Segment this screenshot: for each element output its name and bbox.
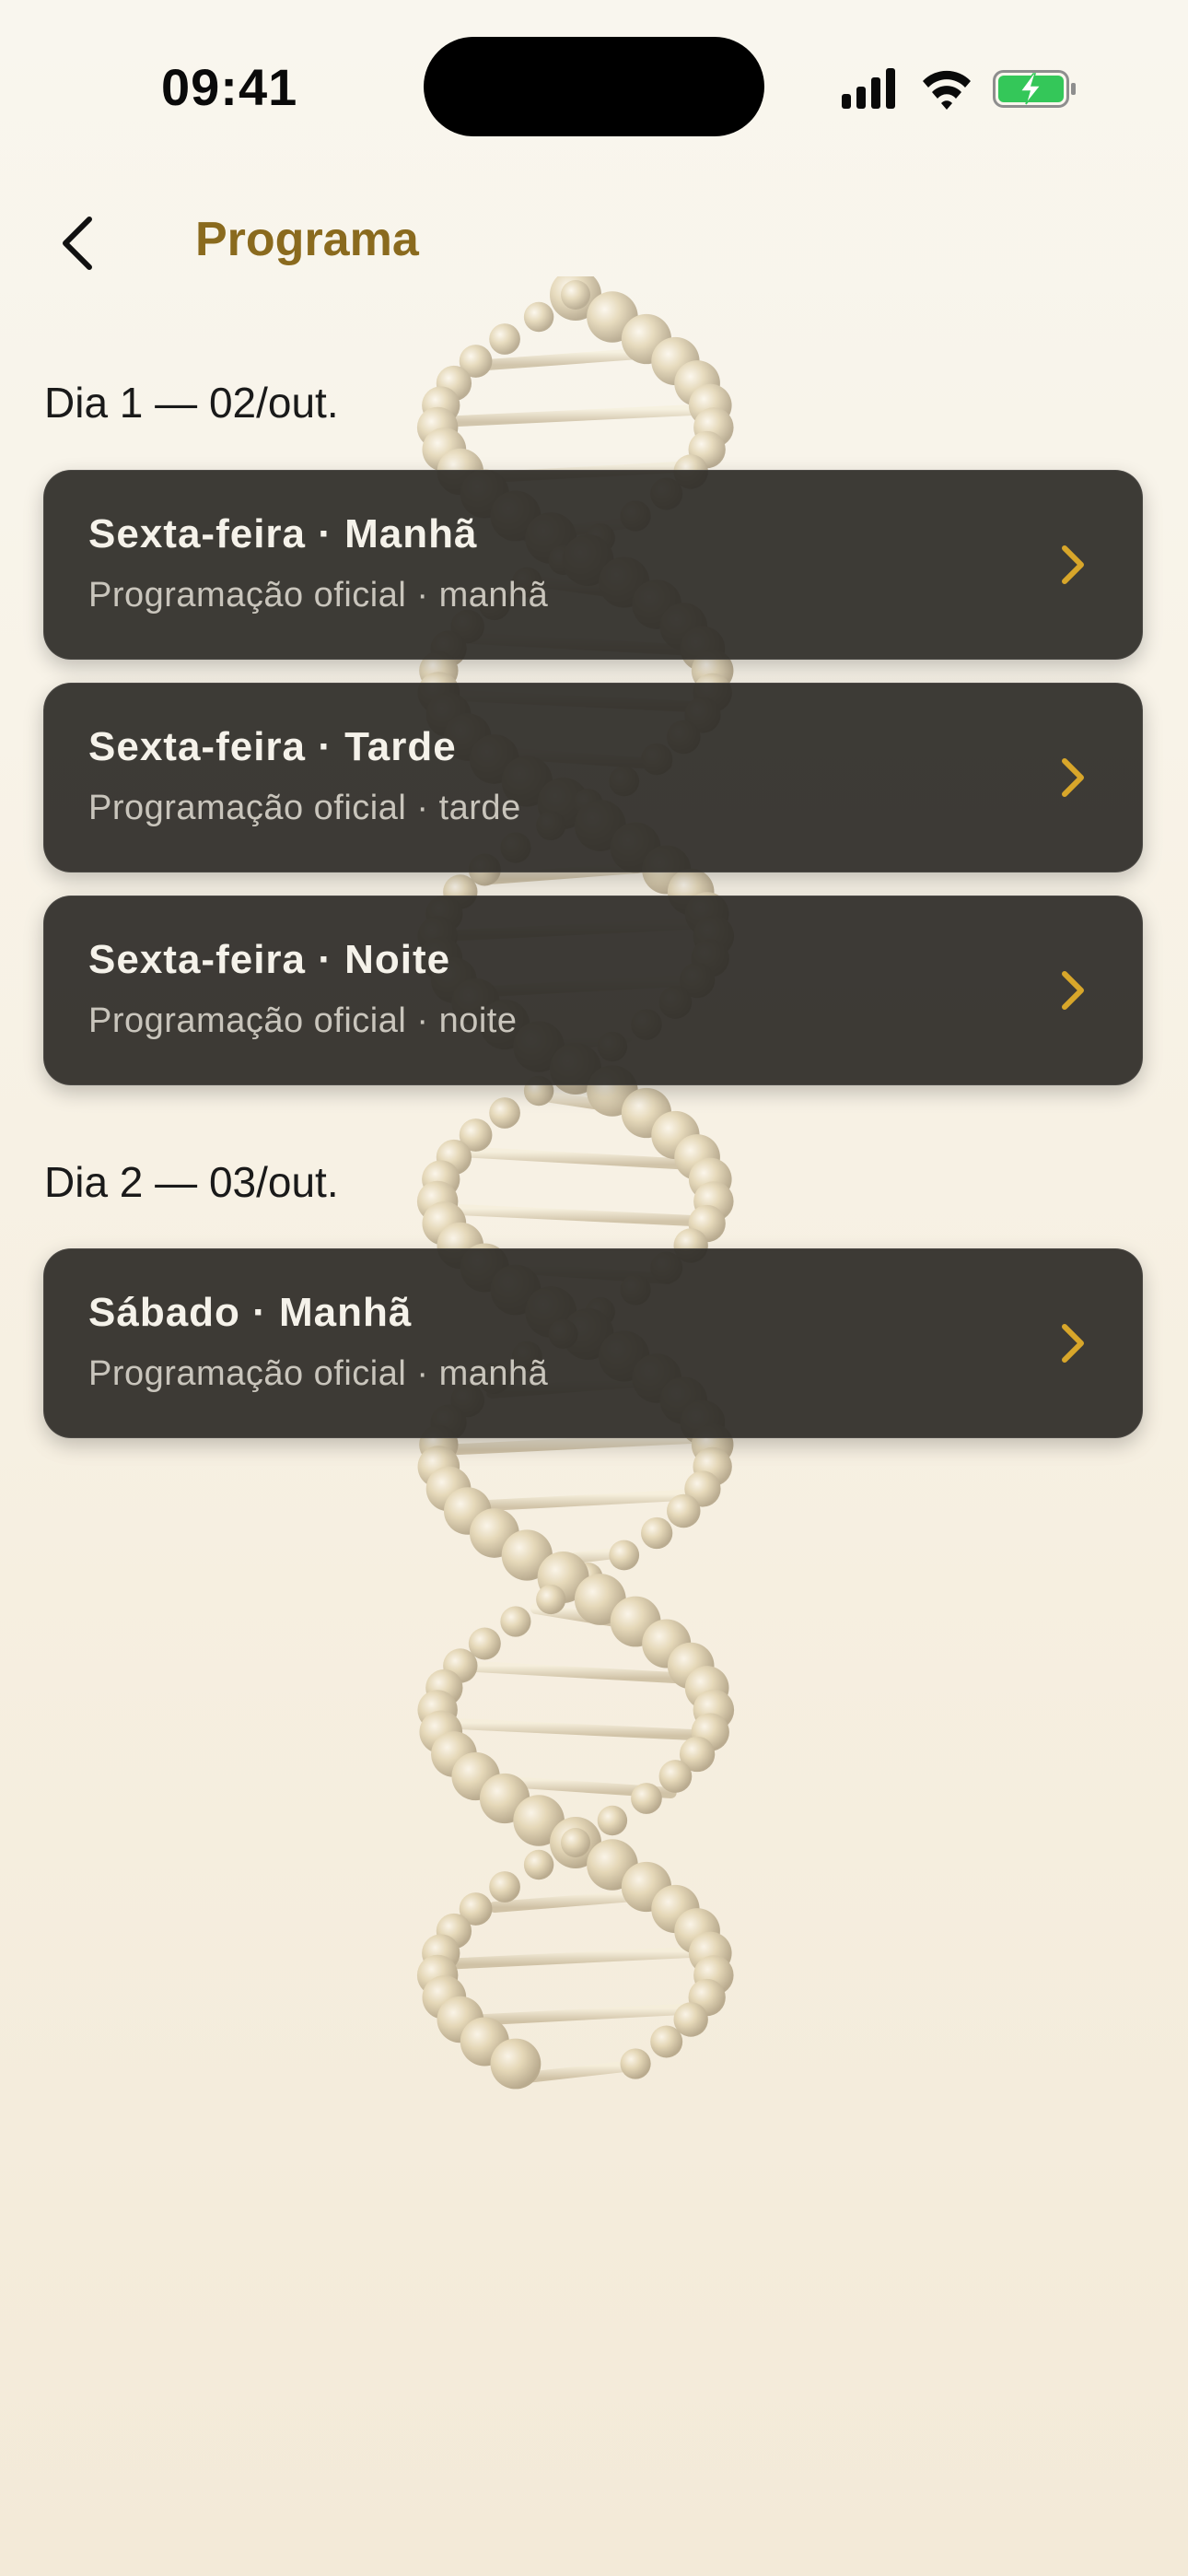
day-2-label: Dia 2 — 03/out. bbox=[44, 1158, 339, 1206]
session-card-sexta-manha[interactable]: Sexta-feira · Manhã Programação oficial … bbox=[43, 470, 1143, 660]
dna-rung bbox=[434, 404, 717, 427]
session-title: Sexta-feira · Manhã bbox=[88, 511, 478, 556]
status-bar: 09:41 bbox=[0, 0, 1188, 175]
dna-rung bbox=[454, 1660, 697, 1684]
session-subtitle: Programação oficial · tarde bbox=[88, 789, 521, 827]
session-title: Sábado · Manhã bbox=[88, 1290, 413, 1335]
session-subtitle: Programação oficial · noite bbox=[88, 1001, 518, 1040]
session-title: Sexta-feira · Tarde bbox=[88, 724, 457, 769]
dna-rung bbox=[436, 1946, 716, 1970]
dna-bead bbox=[490, 2038, 542, 2090]
dna-rung bbox=[432, 1717, 719, 1741]
dna-bead bbox=[500, 1606, 531, 1637]
session-card-sabado-manha[interactable]: Sábado · Manhã Programação oficial · man… bbox=[43, 1248, 1143, 1438]
day-1-label: Dia 1 — 02/out. bbox=[44, 379, 339, 427]
dna-bead bbox=[536, 1584, 566, 1615]
chevron-right-icon bbox=[1062, 1324, 1084, 1363]
dna-bead bbox=[650, 2025, 683, 2058]
dna-rung bbox=[452, 1146, 699, 1170]
dna-bead bbox=[609, 1540, 640, 1571]
dna-bead bbox=[641, 1516, 673, 1550]
status-icons bbox=[842, 68, 1076, 110]
dna-bead bbox=[667, 1493, 701, 1528]
dna-bead bbox=[620, 2048, 651, 2079]
dna-bead bbox=[489, 1871, 520, 1903]
back-button[interactable] bbox=[44, 206, 109, 280]
dna-bead bbox=[523, 1849, 554, 1880]
dna-bead bbox=[489, 1097, 520, 1129]
dna-bead bbox=[658, 1760, 693, 1793]
status-time: 09:41 bbox=[161, 58, 298, 116]
page-title: Programa bbox=[195, 213, 419, 266]
chevron-right-icon bbox=[1062, 758, 1084, 797]
session-card-sexta-noite[interactable]: Sexta-feira · Noite Programação oficial … bbox=[43, 896, 1143, 1085]
wifi-icon bbox=[923, 70, 971, 110]
dna-bead bbox=[561, 1828, 590, 1857]
dynamic-island bbox=[424, 37, 764, 136]
signal-icon bbox=[842, 68, 895, 109]
dna-bead bbox=[489, 323, 520, 355]
dna-bead bbox=[631, 1783, 662, 1814]
session-card-sexta-tarde[interactable]: Sexta-feira · Tarde Programação oficial … bbox=[43, 683, 1143, 872]
session-subtitle: Programação oficial · manhã bbox=[88, 576, 549, 615]
dna-rung bbox=[433, 1203, 718, 1227]
chevron-right-icon bbox=[1062, 971, 1084, 1010]
session-subtitle: Programação oficial · manhã bbox=[88, 1354, 549, 1393]
battery-charging-icon bbox=[993, 70, 1076, 108]
chevron-left-icon bbox=[63, 217, 92, 270]
dna-bead bbox=[597, 1805, 628, 1836]
dna-rung bbox=[435, 1432, 716, 1456]
chevron-right-icon bbox=[1062, 545, 1084, 584]
nav-header: Programa bbox=[0, 184, 1188, 304]
dna-bead bbox=[523, 301, 554, 333]
session-title: Sexta-feira · Noite bbox=[88, 937, 451, 982]
